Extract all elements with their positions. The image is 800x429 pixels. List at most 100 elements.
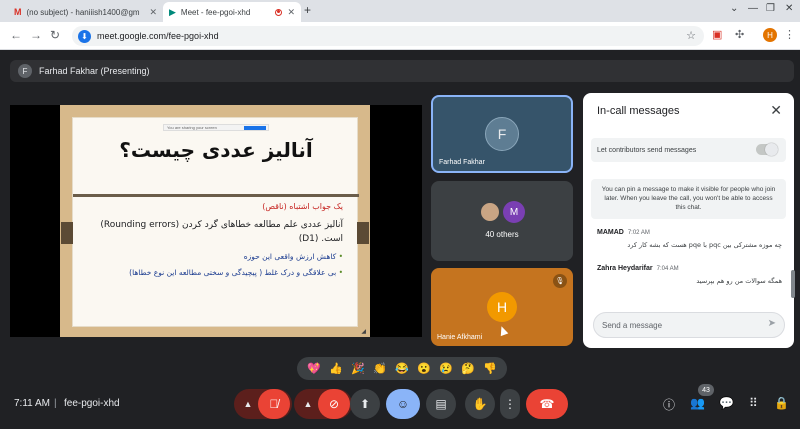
mouse-cursor-icon	[497, 324, 509, 337]
message-time: 7:04 AM	[656, 266, 679, 272]
participant-tile-hanie[interactable]: 🎙 H Hanie Afkhami	[431, 268, 573, 346]
address-bar: ← → ↻ ⬇ meet.google.com/fee-pgoi-xhd ☆	[0, 22, 800, 50]
leave-call-button[interactable]: ☎	[526, 389, 568, 419]
browser-menu-icon[interactable]: ⋮	[784, 28, 795, 41]
camera-options-chevron-icon[interactable]: ▲	[296, 389, 320, 419]
send-message-box: ➤	[593, 312, 785, 338]
slide-body-line-1: آنالیز عددی علم مطالعه خطاهای گرد کردن (…	[100, 220, 343, 230]
participant-count-badge: 43	[698, 384, 714, 396]
tab-title: (no subject) - haniiish1400@gm	[26, 7, 140, 17]
present-screen-button[interactable]: ⬆	[350, 389, 380, 419]
chat-message: MAMAD 7:02 AM چه موزه مشترکی بین pqc با p…	[597, 229, 782, 249]
emoji-reactions-button[interactable]: ☺	[386, 389, 420, 419]
activities-icon[interactable]: ⠿	[749, 396, 758, 410]
restore-icon[interactable]: ❐	[766, 3, 775, 14]
send-icon[interactable]: ➤	[768, 318, 776, 329]
camera-off-button[interactable]: ⊘	[318, 389, 350, 419]
reaction-thumbs-up[interactable]: 👍	[329, 362, 343, 375]
setting-label: Let contributors send messages	[597, 146, 697, 154]
minimize-icon[interactable]: —	[748, 3, 758, 14]
camera-off-icon: ⊘	[328, 397, 340, 411]
meeting-time: 7:11 AM	[14, 398, 50, 409]
stop-sharing-button	[244, 126, 266, 130]
message-input[interactable]	[602, 318, 752, 332]
raise-hand-button[interactable]: ✋	[465, 389, 495, 419]
reload-icon[interactable]: ↻	[50, 28, 60, 42]
close-icon[interactable]: ✕	[770, 102, 782, 119]
url-text: meet.google.com/fee-pgoi-xhd	[97, 31, 219, 41]
close-tab-icon[interactable]: ✕	[149, 7, 157, 18]
mic-off-icon: 🎙̸	[269, 397, 279, 411]
slide-bullet-1: کاهش ارزش واقعی این حوزه	[83, 252, 343, 261]
slide-bullet-2: بی علاقگی و درک غلط ( پیچیدگی و سختی مطا…	[83, 268, 343, 277]
captions-button[interactable]: ▤	[426, 389, 456, 419]
close-window-icon[interactable]: ✕	[785, 3, 793, 14]
chevron-down-icon[interactable]: ⌄	[730, 3, 738, 14]
chat-icon[interactable]: 💬	[719, 396, 734, 410]
meeting-details-icon[interactable]: ⓘ	[663, 396, 675, 413]
message-text: همگه سوالات من رو هم بپرسید	[696, 277, 782, 285]
meet-icon: ▶	[169, 6, 176, 17]
participant-tile-others[interactable]: M 40 others	[431, 181, 573, 261]
slide-body-line-2: است. (D1)	[298, 234, 343, 244]
reaction-sad[interactable]: 😢	[439, 362, 453, 375]
slide-decoration-left	[61, 222, 73, 244]
extensions-puzzle-icon[interactable]: ✣	[735, 28, 744, 41]
extension-icon[interactable]: ▣	[712, 28, 722, 41]
url-field[interactable]: ⬇ meet.google.com/fee-pgoi-xhd ☆	[72, 26, 704, 46]
tab-gmail[interactable]: M (no subject) - haniiish1400@gm ✕	[8, 2, 163, 22]
mic-off-button[interactable]: 🎙̸	[258, 389, 290, 419]
reaction-clap[interactable]: 👏	[373, 362, 387, 375]
participant-avatar: H	[487, 292, 517, 322]
meeting-code: fee-pgoi-xhd	[64, 398, 120, 409]
resize-handle-icon: ◢	[361, 329, 366, 335]
mic-options-chevron-icon[interactable]: ▲	[236, 389, 260, 419]
reaction-thinking[interactable]: 🤔	[461, 362, 475, 375]
host-controls-icon[interactable]: 🔒	[774, 396, 789, 410]
more-options-button[interactable]: ⋮	[500, 389, 520, 419]
contributors-toggle[interactable]	[756, 143, 778, 156]
reaction-heart[interactable]: 💖	[307, 362, 321, 375]
reaction-party[interactable]: 🎉	[351, 362, 365, 375]
recording-icon	[275, 8, 283, 16]
message-time: 7:02 AM	[627, 230, 650, 236]
page-scrollbar[interactable]	[791, 270, 795, 298]
presenter-avatar: F	[18, 64, 32, 78]
message-sender: Zahra Heydarifar 7:04 AM	[597, 265, 679, 272]
close-tab-icon[interactable]: ✕	[287, 7, 295, 18]
hand-icon: ✋	[472, 397, 488, 411]
separator: |	[54, 398, 57, 409]
slide-red-line: یک جواب اشتباه (ناقص)	[262, 202, 343, 211]
pin-info-box: You can pin a message to make it visible…	[591, 179, 786, 219]
bookmark-star-icon[interactable]: ☆	[686, 29, 696, 42]
reaction-thumbs-down[interactable]: 👎	[483, 362, 497, 375]
reactions-bar: 💖 👍 🎉 👏 😂 😮 😢 🤔 👎	[297, 357, 507, 380]
chat-title: In-call messages	[597, 105, 680, 117]
forward-icon[interactable]: →	[30, 28, 42, 42]
profile-avatar[interactable]: H	[763, 28, 777, 42]
more-vert-icon: ⋮	[504, 397, 516, 411]
present-icon: ⬆	[359, 397, 371, 411]
emoji-icon: ☺	[396, 397, 410, 411]
tab-meet[interactable]: ▶ Meet - fee-pgoi-xhd ✕	[163, 2, 301, 22]
chat-message: Zahra Heydarifar 7:04 AM همگه سوالات من ر…	[597, 265, 782, 285]
presentation-stage: You are sharing your screen آنالیز عددی …	[10, 105, 422, 337]
browser-tab-bar: M (no subject) - haniiish1400@gm ✕ ▶ Mee…	[0, 0, 800, 22]
back-icon[interactable]: ←	[10, 28, 22, 42]
shared-slide: You are sharing your screen آنالیز عددی …	[60, 105, 370, 337]
site-info-icon[interactable]: ⬇	[78, 29, 91, 43]
people-icon[interactable]: 👥	[690, 396, 705, 410]
message-text: چه موزه مشترکی بین pqc با pqe هست که بشه…	[627, 241, 782, 249]
sharing-notice-bar: You are sharing your screen	[163, 124, 269, 131]
new-tab-button[interactable]: +	[304, 3, 311, 17]
slide-content: You are sharing your screen آنالیز عددی …	[61, 117, 369, 327]
reaction-laugh[interactable]: 😂	[395, 362, 409, 375]
mic-off-icon: 🎙	[553, 274, 567, 288]
reaction-surprised[interactable]: 😮	[417, 362, 431, 375]
in-call-messages-panel: In-call messages ✕ Let contributors send…	[583, 93, 794, 348]
captions-icon: ▤	[435, 397, 447, 411]
slide-title: آنالیز عددی چیست؟	[119, 138, 313, 162]
presenter-bar: F Farhad Fakhar (Presenting)	[10, 60, 794, 82]
others-count-label: 40 others	[485, 230, 519, 239]
participant-tile-farhad[interactable]: F Farhad Fakhar	[431, 95, 573, 173]
